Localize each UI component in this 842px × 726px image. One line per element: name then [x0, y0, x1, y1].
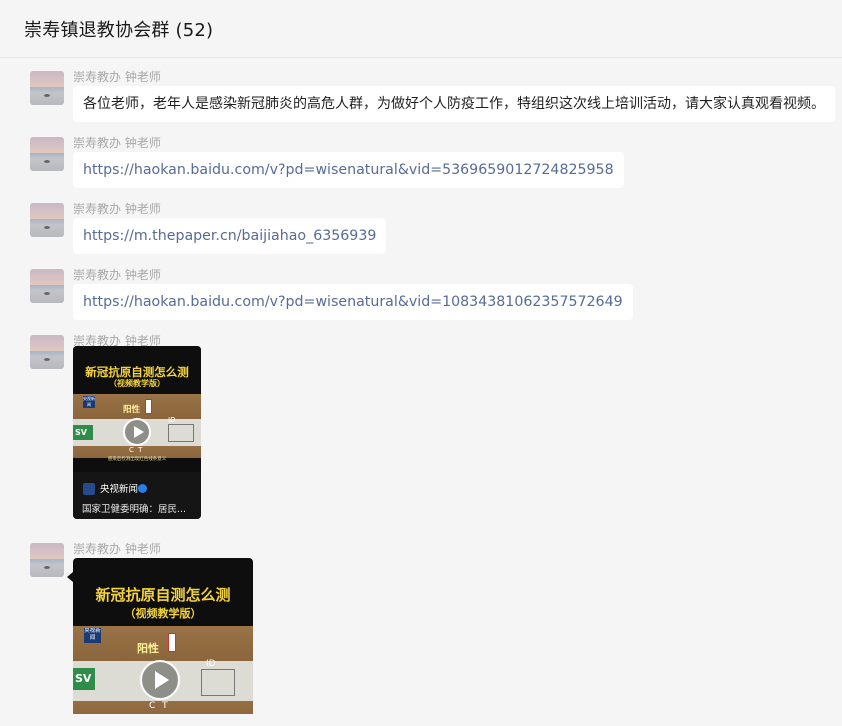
sender-name: 崇寿教办 钟老师 [73, 268, 161, 282]
message-text: 各位老师，老年人是感染新冠肺炎的高危人群，为做好个人防疫工作，特组织这次线上培训… [83, 96, 825, 112]
verified-icon [138, 484, 147, 493]
video-card[interactable]: 新冠抗原自测怎么测 （视频教学版） 央视新闻 阳性 SV ID C T 感染后检… [73, 346, 201, 519]
label-positive: 阳性 [123, 405, 141, 415]
strip-ct: C T [149, 701, 170, 711]
video-title-line2: （视频教学版） [109, 379, 165, 388]
strip-sv: SV [73, 425, 93, 440]
message-bubble[interactable]: https://m.thepaper.cn/baijiahao_6356939 [73, 218, 387, 254]
sender-name: 崇寿教办 钟老师 [73, 70, 161, 84]
avatar[interactable] [30, 203, 64, 237]
strip-ct: C T [129, 446, 144, 454]
avatar[interactable] [30, 335, 64, 369]
message-link[interactable]: https://haokan.baidu.com/v?pd=wisenatura… [83, 162, 614, 178]
test-tube [145, 399, 152, 414]
strip-window [201, 669, 235, 696]
strip-id: ID [206, 659, 216, 669]
avatar[interactable] [30, 543, 64, 577]
video-thumbnail[interactable]: 新冠抗原自测怎么测 （视频教学版） 央视新闻 阳性 SV ID C T 感染后检… [73, 346, 201, 472]
video-title-line1: 新冠抗原自测怎么测 [95, 586, 231, 604]
sender-name: 崇寿教办 钟老师 [73, 202, 161, 216]
message-list[interactable]: 崇寿教办 钟老师 各位老师，老年人是感染新冠肺炎的高危人群，为做好个人防疫工作，… [0, 58, 842, 726]
sender-name: 崇寿教办 钟老师 [73, 542, 161, 556]
video-footer: 央视新闻 国家卫健委明确：居民... [73, 472, 201, 519]
video-subtitle: 感染后检测出现红色线条意义 [107, 457, 167, 462]
channel-name: 央视新闻 [100, 484, 139, 495]
avatar[interactable] [30, 269, 64, 303]
cctv-badge: 央视新闻 [83, 396, 95, 408]
message-bubble[interactable]: 各位老师，老年人是感染新冠肺炎的高危人群，为做好个人防疫工作，特组织这次线上培训… [73, 86, 835, 122]
sender-name: 崇寿教办 钟老师 [73, 136, 161, 150]
video-title-line2: （视频教学版） [124, 607, 202, 620]
test-tube [168, 633, 176, 652]
chat-header: 崇寿镇退教协会群 (52) [0, 0, 842, 58]
cctv-badge: 央视新闻 [84, 628, 101, 643]
play-icon[interactable] [140, 660, 180, 700]
message-bubble[interactable]: https://haokan.baidu.com/v?pd=wisenatura… [73, 284, 633, 320]
video-caption: 国家卫健委明确：居民... [82, 504, 187, 515]
chat-title: 崇寿镇退教协会群 (52) [24, 20, 214, 41]
video-card[interactable]: 新冠抗原自测怎么测 （视频教学版） 央视新闻 阳性 SV ID C T [73, 558, 253, 718]
strip-id: ID [168, 416, 176, 424]
bottom-edge [0, 714, 842, 726]
message-link[interactable]: https://haokan.baidu.com/v?pd=wisenatura… [83, 294, 623, 310]
channel-logo-icon [83, 483, 95, 495]
avatar[interactable] [30, 71, 64, 105]
strip-window [168, 424, 194, 442]
strip-sv: SV [73, 668, 95, 690]
avatar[interactable] [30, 137, 64, 171]
label-positive: 阳性 [137, 642, 159, 655]
message-link[interactable]: https://m.thepaper.cn/baijiahao_6356939 [83, 228, 376, 244]
message-bubble[interactable]: https://haokan.baidu.com/v?pd=wisenatura… [73, 152, 624, 188]
play-icon[interactable] [123, 418, 151, 446]
